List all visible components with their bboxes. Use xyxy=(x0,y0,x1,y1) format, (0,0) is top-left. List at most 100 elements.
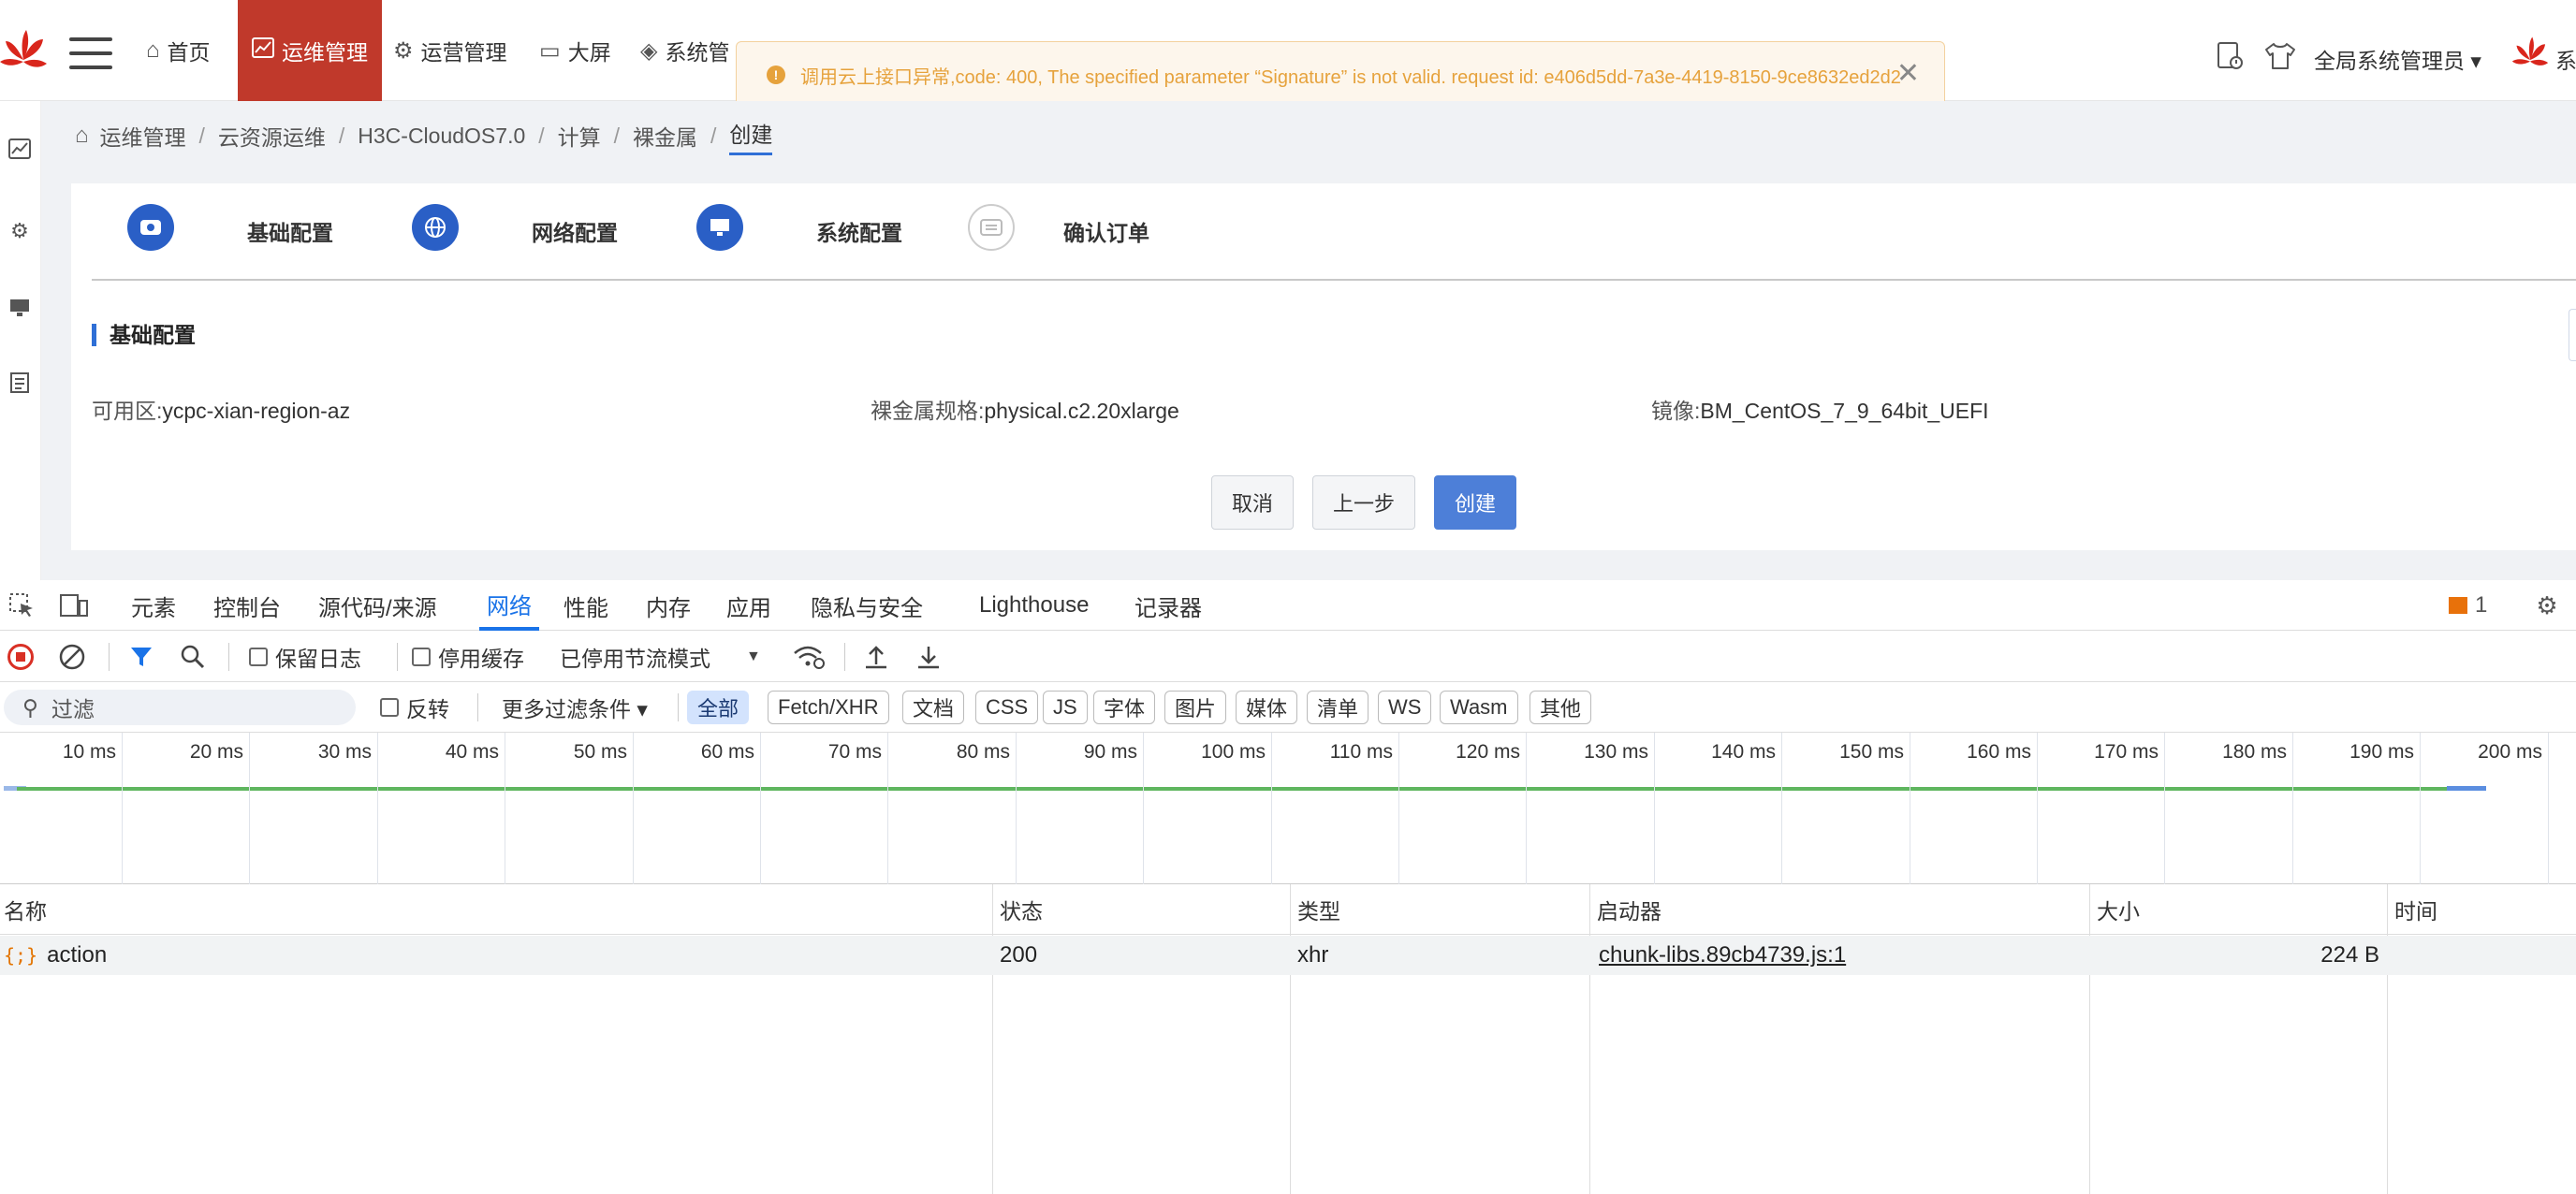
divider xyxy=(844,643,845,671)
timeline-tick-label: 130 ms xyxy=(1584,741,1648,763)
filter-chip-css[interactable]: CSS xyxy=(975,691,1039,724)
home-icon[interactable]: ⌂ xyxy=(75,123,89,149)
tab-privacy-security[interactable]: 隐私与安全 xyxy=(811,580,923,631)
side-toolbar xyxy=(0,101,41,580)
timeline-tick-label: 180 ms xyxy=(2222,741,2287,763)
checkbox[interactable] xyxy=(380,698,399,717)
filter-chip-js[interactable]: JS xyxy=(1043,691,1088,724)
device-toggle-icon[interactable] xyxy=(58,590,90,621)
inspect-element-icon[interactable] xyxy=(6,590,37,621)
clear-icon[interactable] xyxy=(58,632,86,682)
user-menu[interactable]: 全局系统管理员 ▾ xyxy=(2314,43,2481,75)
breadcrumb-item[interactable]: 计算 xyxy=(558,120,601,152)
filter-chip-all[interactable]: 全部 xyxy=(687,691,750,724)
tab-application[interactable]: 应用 xyxy=(726,580,771,631)
field-key: 可用区: xyxy=(92,399,163,423)
timeline-gridline xyxy=(2037,733,2038,884)
timeline-gridline xyxy=(377,733,378,884)
edge-tab[interactable] xyxy=(2569,309,2576,361)
cancel-button[interactable]: 取消 xyxy=(1211,475,1294,530)
import-har-icon[interactable] xyxy=(863,632,889,682)
filter-chip-font[interactable]: 字体 xyxy=(1093,691,1156,724)
breadcrumb-item[interactable]: 云资源运维 xyxy=(218,120,326,152)
close-icon[interactable]: ✕ xyxy=(1896,57,1920,90)
breadcrumb-item[interactable]: 运维管理 xyxy=(100,120,186,152)
filter-chip-other[interactable]: 其他 xyxy=(1530,691,1592,724)
step-confirm[interactable] xyxy=(968,204,1015,251)
checkbox[interactable] xyxy=(412,648,431,666)
field-value: ycpc-xian-region-az xyxy=(162,399,351,423)
tab-memory[interactable]: 内存 xyxy=(646,580,691,631)
timeline-gridline xyxy=(760,733,761,884)
nav-item-ops[interactable]: 运维管理 xyxy=(238,0,382,101)
breadcrumb-item[interactable]: H3C-CloudOS7.0 xyxy=(358,124,525,149)
column-header-type[interactable]: 类型 xyxy=(1294,884,1340,935)
issue-flag-icon xyxy=(2449,597,2467,614)
timeline-gridline xyxy=(1654,733,1655,884)
initiator-link[interactable]: chunk-libs.89cb4739.js:1 xyxy=(1599,936,1846,975)
checkbox[interactable] xyxy=(249,648,268,666)
step-system[interactable] xyxy=(696,204,743,251)
filter-chip-img[interactable]: 图片 xyxy=(1164,691,1227,724)
nav-item-home[interactable]: ⌂ 首页 xyxy=(146,0,243,101)
table-row[interactable]: {;} action 200 xhr chunk-libs.89cb4739.j… xyxy=(0,936,2576,975)
more-filters-dropdown[interactable]: 更多过滤条件 ▾ xyxy=(502,682,648,733)
checkbox-label: 反转 xyxy=(406,697,449,721)
menu-toggle-icon[interactable] xyxy=(69,37,112,71)
timeline-tick-label: 150 ms xyxy=(1839,741,1904,763)
tab-lighthouse[interactable]: Lighthouse xyxy=(979,580,1089,631)
filter-chip-fetch-xhr[interactable]: Fetch/XHR xyxy=(768,691,889,724)
tab-elements[interactable]: 元素 xyxy=(131,580,176,631)
column-header-initiator[interactable]: 启动器 xyxy=(1593,884,1661,935)
tab-recorder[interactable]: 记录器 xyxy=(1134,580,1202,631)
network-conditions-icon[interactable] xyxy=(792,632,826,682)
request-name-cell[interactable]: {;} action xyxy=(4,936,107,975)
chart-icon[interactable] xyxy=(7,137,32,161)
step-label: 网络配置 xyxy=(532,221,618,245)
create-button[interactable]: 创建 xyxy=(1434,475,1516,530)
export-har-icon[interactable] xyxy=(915,632,942,682)
nav-item-label: 运营管理 xyxy=(420,40,507,65)
column-header-time[interactable]: 时间 xyxy=(2391,884,2437,935)
filter-chip-ws[interactable]: WS xyxy=(1378,691,1432,724)
preserve-log-checkbox[interactable]: 保留日志 xyxy=(249,632,361,682)
filter-chip-manifest[interactable]: 清单 xyxy=(1307,691,1369,724)
tab-console[interactable]: 控制台 xyxy=(213,580,281,631)
list-icon[interactable] xyxy=(7,371,32,395)
avatar[interactable] xyxy=(2509,36,2552,79)
throttle-select[interactable]: 已停用节流模式 ▼ xyxy=(560,632,761,682)
nav-item-operations[interactable]: ⚙ 运营管理 xyxy=(393,0,520,101)
tab-sources[interactable]: 源代码/来源 xyxy=(318,580,437,631)
chart-icon xyxy=(252,36,274,65)
column-header-name[interactable]: 名称 xyxy=(0,884,47,935)
operations-icon[interactable]: ⚙ xyxy=(7,219,32,243)
breadcrumb-item[interactable]: 裸金属 xyxy=(633,120,697,152)
filter-chip-wasm[interactable]: Wasm xyxy=(1440,691,1518,724)
step-basic[interactable] xyxy=(127,204,174,251)
nav-item-bigscreen[interactable]: ▭ 大屏 xyxy=(539,0,623,101)
issues-counter[interactable]: 1 xyxy=(2449,580,2487,631)
step-network[interactable] xyxy=(412,204,459,251)
prev-step-button[interactable]: 上一步 xyxy=(1312,475,1415,530)
status-cell: 200 xyxy=(1000,942,1038,968)
column-header-size[interactable]: 大小 xyxy=(2093,884,2140,935)
invert-checkbox[interactable]: 反转 xyxy=(380,682,449,733)
monitor-icon[interactable] xyxy=(7,296,32,320)
xhr-icon: {;} xyxy=(4,944,38,967)
column-header-status[interactable]: 状态 xyxy=(996,884,1043,935)
search-icon[interactable] xyxy=(180,632,206,682)
record-stop-icon[interactable] xyxy=(7,632,34,682)
filter-chip-media[interactable]: 媒体 xyxy=(1236,691,1298,724)
tab-network[interactable]: 网络 xyxy=(479,580,539,631)
disable-cache-checkbox[interactable]: 停用缓存 xyxy=(412,632,524,682)
filter-chip-doc[interactable]: 文档 xyxy=(902,691,965,724)
timeline-tick-label: 110 ms xyxy=(1329,741,1393,763)
filter-input[interactable]: ⚲ 过滤 xyxy=(4,690,356,725)
nav-item-system[interactable]: ◈ 系统管 xyxy=(640,0,734,101)
theme-shirt-icon[interactable] xyxy=(2261,37,2299,75)
settings-gear-icon[interactable]: ⚙ xyxy=(2531,590,2563,621)
filter-funnel-icon[interactable] xyxy=(129,632,154,682)
document-icon[interactable] xyxy=(2211,37,2248,75)
timeline-gridline xyxy=(1526,733,1527,884)
tab-performance[interactable]: 性能 xyxy=(564,580,608,631)
